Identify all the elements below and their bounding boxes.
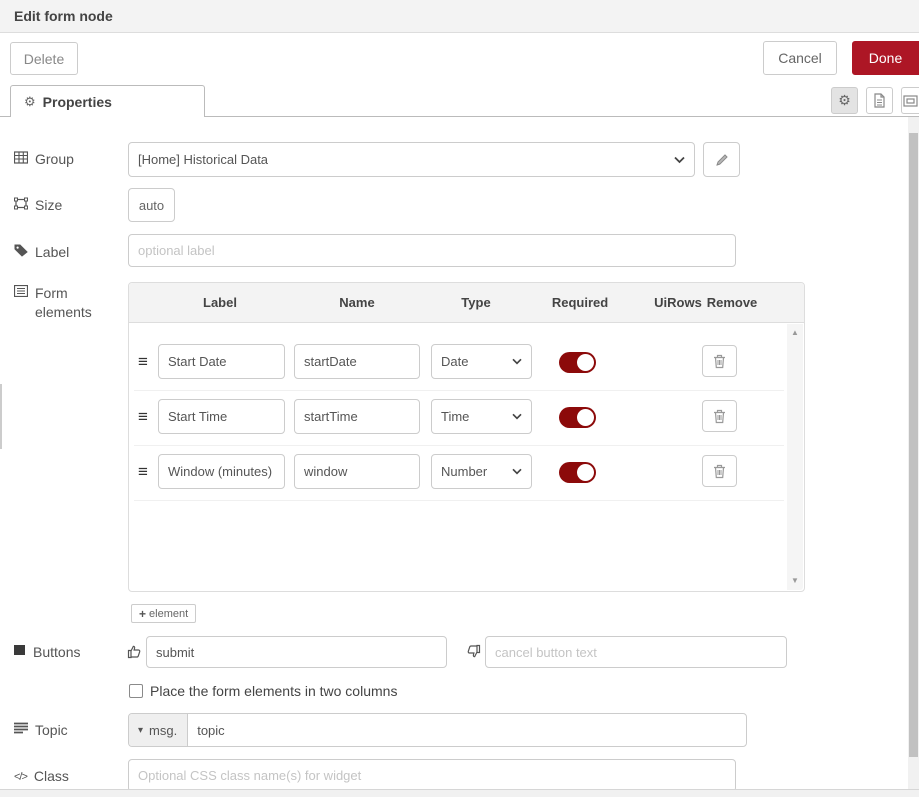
scroll-up-icon[interactable]: ▲ [787,326,803,340]
table-scrollbar[interactable]: ▲ ▼ [787,324,803,590]
cog-icon: ⚙ [24,94,36,110]
file-icon [873,93,886,108]
remove-element-button[interactable] [702,400,737,432]
tag-icon [14,244,28,257]
two-columns-label: Place the form elements in two columns [150,683,397,699]
label-input[interactable] [128,234,736,267]
column-header-type: Type [436,295,516,310]
list-alt-icon [14,285,28,297]
done-button[interactable]: Done [852,41,919,75]
toggle-knob [577,354,594,371]
required-toggle[interactable] [559,462,596,483]
description-tab-button[interactable] [866,87,893,114]
cancel-button-text-input[interactable] [485,636,787,668]
two-columns-checkbox[interactable] [129,684,143,698]
dialog-footer-strip [0,789,919,797]
chevron-down-icon [512,358,522,365]
add-element-button[interactable]: + element [131,604,196,623]
topic-typed-input: ▾ msg. [128,713,747,747]
table-icon [14,151,28,164]
tab-properties-label: Properties [43,94,112,110]
toggle-knob [577,464,594,481]
submit-button-text-input[interactable] [146,636,447,668]
class-input[interactable] [128,759,736,792]
cog-icon: ⚙ [838,92,851,109]
cancel-button[interactable]: Cancel [763,41,837,75]
remove-element-button[interactable] [702,455,737,487]
grip-icon[interactable]: ≡ [138,352,148,372]
element-name-input[interactable] [294,454,420,489]
bars-icon [14,722,28,734]
chevron-down-icon [674,156,685,164]
thumbs-up-icon [127,644,142,659]
form-elements-table: Label Name Type Required UiRows Remove ≡… [128,282,805,592]
caret-down-icon: ▾ [138,725,143,736]
remove-element-button[interactable] [702,345,737,377]
label-field-label: Label [14,243,119,262]
size-auto-button[interactable]: auto [128,188,175,222]
form-elements-table-header: Label Name Type Required UiRows Remove [129,283,804,323]
trash-icon [713,464,726,479]
layout-icon [903,94,918,108]
dialog-header: Edit form node [0,0,919,33]
thumbs-down-icon [466,644,481,659]
group-select-value: [Home] Historical Data [138,152,268,167]
chevron-down-icon [512,413,522,420]
topic-value-input[interactable] [188,714,746,746]
object-group-icon [14,197,28,210]
trash-icon [713,354,726,369]
chevron-down-icon [512,468,522,475]
element-name-input[interactable] [294,344,420,379]
left-edge-divider [0,384,2,449]
element-label-input[interactable] [158,399,285,434]
edit-group-button[interactable] [703,142,740,177]
form-element-row: ≡ Date [134,335,784,391]
topic-field-label: Topic [14,721,119,740]
required-toggle[interactable] [559,352,596,373]
tab-properties[interactable]: ⚙ Properties [10,85,205,117]
toggle-knob [577,409,594,426]
plus-icon: + [139,607,146,621]
grip-icon[interactable]: ≡ [138,407,148,427]
appearance-tab-button[interactable] [901,87,919,114]
element-type-select[interactable]: Number [431,454,532,489]
element-name-input[interactable] [294,399,420,434]
code-icon: </> [14,768,27,787]
element-label-input[interactable] [158,454,285,489]
grip-icon[interactable]: ≡ [138,462,148,482]
add-element-label: element [149,608,188,620]
topic-type-select[interactable]: ▾ msg. [129,714,188,746]
size-field-label: Size [14,196,119,215]
required-toggle[interactable] [559,407,596,428]
dialog-title: Edit form node [14,8,113,24]
column-header-required: Required [535,295,625,310]
column-header-label: Label [180,295,260,310]
square-icon [14,644,26,656]
column-header-name: Name [317,295,397,310]
scroll-down-icon[interactable]: ▼ [787,574,803,588]
edit-form-node-dialog: Edit form node Delete Cancel Done ⚙ Prop… [0,0,919,797]
main-scrollbar[interactable] [908,117,919,790]
delete-button[interactable]: Delete [10,42,78,75]
column-header-remove: Remove [692,295,772,310]
settings-tab-button[interactable]: ⚙ [831,87,858,114]
trash-icon [713,409,726,424]
topic-type-label: msg. [149,723,177,738]
element-label-input[interactable] [158,344,285,379]
group-select[interactable]: [Home] Historical Data [128,142,695,177]
main-scrollbar-thumb[interactable] [909,133,918,757]
pencil-icon [715,153,729,167]
element-type-select[interactable]: Date [431,344,532,379]
form-elements-field-label: Form elements [14,284,119,322]
form-element-row: ≡ Number [134,445,784,501]
element-type-select[interactable]: Time [431,399,532,434]
buttons-field-label: Buttons [14,643,119,662]
group-field-label: Group [14,150,119,169]
form-element-row: ≡ Time [134,390,784,446]
class-field-label: </> Class [14,767,119,787]
